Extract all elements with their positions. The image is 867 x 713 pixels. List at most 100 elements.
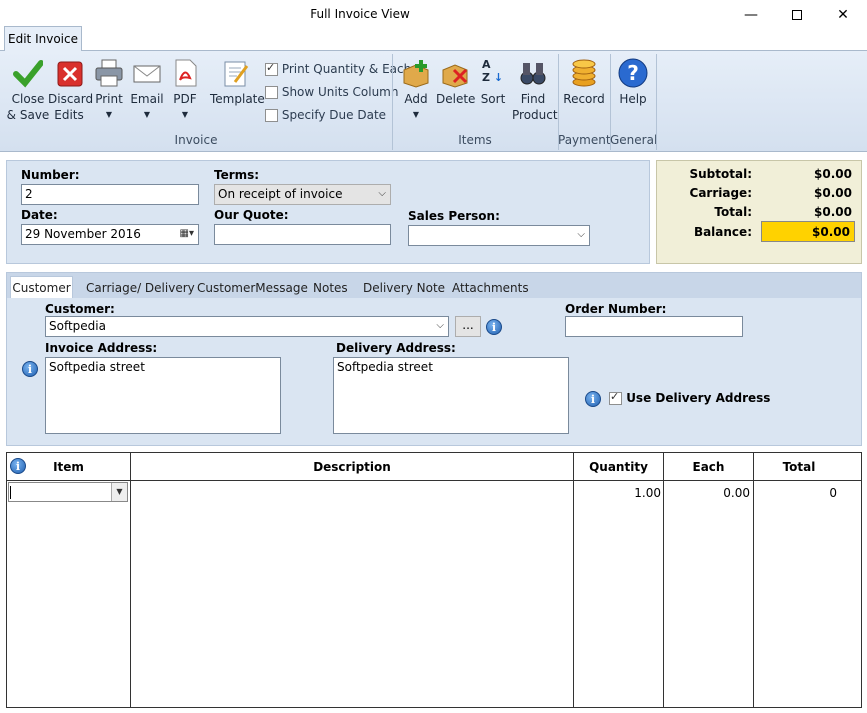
customer-value: Softpedia [49, 319, 106, 333]
close-window-button[interactable]: ✕ [820, 0, 866, 30]
delivery-address-label: Delivery Address: [336, 341, 456, 355]
terms-select[interactable]: On receipt of invoice ⌵ [214, 184, 391, 205]
col-quantity[interactable]: Quantity [574, 453, 664, 481]
grid-column-divider [664, 481, 754, 707]
order-number-input[interactable] [565, 316, 743, 337]
use-delivery-address-checkbox[interactable]: Use Delivery Address [609, 390, 771, 405]
template-icon [221, 58, 251, 88]
delivery-info-icon[interactable]: i [585, 391, 601, 407]
minimize-button[interactable]: — [728, 0, 774, 30]
checkbox-icon [265, 109, 278, 122]
date-label: Date: [21, 208, 58, 222]
close-icon: ✕ [837, 7, 849, 23]
show-units-label: Show Units Column [281, 85, 399, 99]
delete-item-button[interactable]: Delete [436, 58, 476, 107]
email-button[interactable]: Email ▼ [130, 58, 164, 123]
discard-edits-button[interactable]: Discard Edits [48, 58, 93, 123]
each-cell[interactable]: 0.00 [664, 486, 750, 500]
minimize-icon: — [744, 7, 758, 23]
subtab-carriage-delivery[interactable]: Carriage/ Delivery [86, 280, 195, 300]
group-invoice-label: Invoice [174, 133, 218, 147]
date-value: 29 November 2016 [25, 227, 141, 241]
our-quote-input[interactable] [214, 224, 391, 245]
ribbon-separator [656, 54, 657, 150]
subtotal-label: Subtotal: [689, 167, 752, 181]
chevron-down-icon[interactable]: ▼ [111, 483, 127, 501]
subtab-delivery-note[interactable]: Delivery Note [363, 280, 445, 300]
quantity-cell[interactable]: 1.00 [574, 486, 661, 500]
col-description[interactable]: Description [131, 453, 574, 481]
help-icon: ? [618, 58, 648, 88]
subtab-notes[interactable]: Notes [313, 280, 348, 300]
chevron-down-icon: ▼ [143, 110, 151, 119]
group-items-label: Items [458, 133, 492, 147]
date-picker[interactable]: 29 November 2016 ▦▾ [21, 224, 199, 245]
chevron-down-icon: ▼ [105, 110, 113, 119]
col-total[interactable]: Total [754, 453, 844, 481]
sales-person-select[interactable]: ⌵ [408, 225, 590, 246]
pdf-icon [170, 58, 200, 88]
discard-icon [54, 58, 84, 88]
terms-label: Terms: [214, 168, 260, 182]
delete-label: Delete [436, 92, 476, 106]
chevron-down-icon: ⌵ [577, 229, 585, 240]
checkmark-icon [13, 58, 44, 88]
invoice-address-textarea[interactable]: Softpedia street [45, 357, 281, 434]
chevron-down-icon: ▼ [412, 110, 420, 119]
print-label: Print [95, 92, 123, 106]
terms-value: On receipt of invoice [218, 187, 343, 201]
item-cell-select[interactable]: ▼ [8, 482, 128, 502]
subtab-attachments[interactable]: Attachments [452, 280, 529, 300]
sort-az-icon: AZ ↓ [482, 58, 504, 84]
find-product-button[interactable]: Find Product [512, 58, 558, 123]
close-save-button[interactable]: Close & Save [6, 58, 50, 123]
help-button[interactable]: ? Help [614, 58, 652, 107]
add-item-button[interactable]: Add ▼ [398, 58, 434, 123]
checkbox-checked-icon [609, 390, 622, 405]
text-cursor [10, 486, 11, 499]
specify-due-label: Specify Due Date [281, 108, 387, 122]
col-item[interactable]: Item [7, 453, 131, 481]
our-quote-label: Our Quote: [214, 208, 289, 222]
invoice-address-info-icon[interactable]: i [22, 361, 38, 377]
show-units-checkbox[interactable]: Show Units Column [265, 85, 398, 99]
delivery-address-textarea[interactable]: Softpedia street [333, 357, 569, 434]
customer-select[interactable]: Softpedia ⌵ [45, 316, 449, 337]
grid-column-divider [574, 481, 664, 707]
invoice-header-panel [6, 160, 650, 264]
use-delivery-address-label: Use Delivery Address [626, 391, 771, 405]
chevron-down-icon: ⌵ [378, 188, 386, 199]
add-box-icon [401, 58, 431, 88]
balance-label: Balance: [693, 225, 752, 239]
template-button[interactable]: Template [210, 58, 265, 107]
total-label: Total: [714, 205, 752, 219]
maximize-icon [792, 10, 802, 20]
sort-button[interactable]: AZ ↓ Sort [478, 58, 508, 107]
subtab-customer-message[interactable]: CustomerMessage [197, 280, 308, 300]
items-grid: i Item Description Quantity Each Total ▼… [6, 452, 862, 708]
maximize-button[interactable] [774, 0, 820, 30]
calendar-icon[interactable]: ▦▾ [180, 228, 194, 239]
sort-label: Sort [480, 92, 506, 106]
pdf-label: PDF [173, 92, 197, 106]
specify-due-checkbox[interactable]: Specify Due Date [265, 108, 386, 122]
print-quantity-checkbox[interactable]: Print Quantity & Each [265, 61, 411, 76]
record-label: Record [563, 92, 605, 106]
coins-icon [569, 58, 599, 88]
col-each[interactable]: Each [664, 453, 754, 481]
customer-info-icon[interactable]: i [486, 319, 502, 335]
print-button[interactable]: Print ▼ [92, 58, 126, 123]
subtab-customer[interactable]: Customer [10, 276, 73, 298]
pdf-button[interactable]: PDF ▼ [168, 58, 202, 123]
grid-column-divider [7, 481, 131, 707]
svg-text:?: ? [627, 61, 639, 85]
find-product-label: Find Product [512, 92, 558, 122]
record-payment-button[interactable]: Record [562, 58, 606, 107]
customer-label: Customer: [45, 302, 115, 316]
tab-edit-invoice[interactable]: Edit Invoice [4, 26, 82, 51]
total-cell[interactable]: 0 [754, 486, 837, 500]
grid-column-divider [131, 481, 574, 707]
window-title: Full Invoice View [310, 7, 410, 21]
browse-customer-button[interactable]: ... [455, 316, 481, 337]
number-input[interactable]: 2 [21, 184, 199, 205]
